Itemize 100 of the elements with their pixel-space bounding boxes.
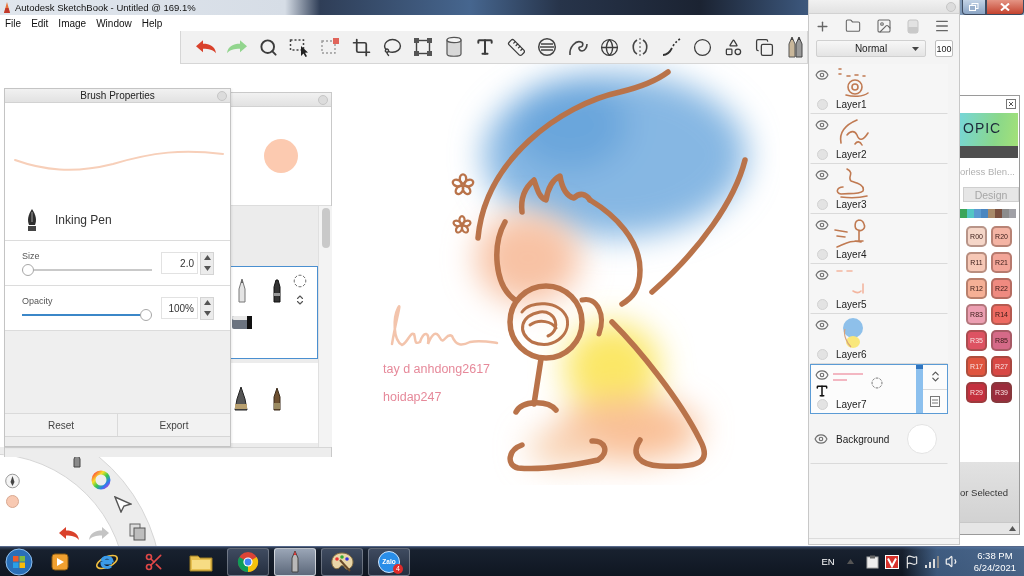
toggle-dot[interactable] — [816, 349, 828, 360]
toggle-dot[interactable] — [816, 149, 828, 160]
resize-grip-bar[interactable] — [5, 447, 331, 457]
image-icon[interactable] — [876, 18, 892, 34]
eye-icon[interactable] — [815, 68, 829, 82]
opacity-slider[interactable] — [22, 308, 152, 321]
text-layer-thumbnail — [833, 372, 863, 381]
decrease-button[interactable] — [201, 263, 213, 274]
close-dot-icon[interactable] — [946, 2, 956, 12]
layer-name: Layer3 — [836, 199, 868, 211]
toggle-dot[interactable] — [816, 299, 828, 310]
brush-name: Inking Pen — [55, 213, 112, 227]
decrease-button[interactable] — [201, 308, 213, 319]
restore-icon — [969, 3, 979, 11]
small-grid-icon — [930, 395, 940, 407]
layer-name: Layer2 — [836, 149, 868, 161]
slider-thumb[interactable] — [22, 263, 34, 276]
taskbar-app[interactable] — [227, 547, 269, 576]
clock[interactable]: 6:38 PM 6/24/2021 — [973, 549, 1016, 574]
eye-icon[interactable] — [815, 368, 829, 382]
canvas-text: hoidap247 — [383, 390, 442, 404]
media-player-icon — [50, 551, 70, 572]
flower-drawing — [451, 173, 475, 196]
layer-tile-icon[interactable] — [907, 18, 919, 34]
color-wheel-icon[interactable] — [91, 470, 111, 490]
brush-nozzle-icon[interactable] — [231, 385, 251, 411]
field-label: Size — [22, 250, 41, 261]
pen-nib-icon — [25, 208, 39, 232]
selection-bar — [916, 365, 923, 413]
round-logo-icon — [237, 550, 259, 573]
layer-row[interactable]: Layer7 — [810, 364, 948, 414]
increase-button[interactable] — [201, 252, 213, 263]
menu-item[interactable]: Help — [137, 15, 167, 31]
flag-icon[interactable] — [904, 554, 919, 569]
menu-item[interactable]: Edit — [27, 15, 53, 31]
library-name: orless Blen... — [960, 166, 1016, 178]
close-dot-icon[interactable] — [217, 91, 227, 101]
folder-icon[interactable] — [845, 18, 861, 34]
eraser-icon[interactable] — [231, 314, 253, 330]
layer-name: Layer7 — [836, 399, 868, 411]
background-layer-row[interactable]: Background — [810, 414, 948, 464]
eye-icon[interactable] — [815, 218, 829, 232]
plus-icon[interactable] — [815, 18, 830, 34]
layer-name: Layer1 — [836, 99, 868, 111]
chevron-tile-icon[interactable] — [884, 554, 899, 569]
dotted-circle-icon[interactable] — [293, 274, 307, 288]
layer-name: Layer4 — [836, 249, 868, 261]
close-button[interactable] — [986, 0, 1024, 15]
up-down-arrows-icon[interactable] — [294, 294, 306, 306]
app-logo-icon — [2, 1, 12, 14]
left-arrow-icon[interactable] — [195, 39, 217, 55]
scrollbar-thumb[interactable] — [322, 208, 330, 248]
slider-thumb[interactable] — [140, 308, 152, 321]
restore-button[interactable] — [962, 0, 986, 15]
panel-button[interactable]: Export — [118, 414, 230, 436]
resize-grip-bar[interactable] — [5, 436, 230, 446]
toggle-dot[interactable] — [816, 399, 828, 410]
eye-icon[interactable] — [814, 432, 828, 446]
start-orb-icon[interactable] — [4, 547, 34, 576]
language-indicator: EN — [821, 556, 835, 567]
menu-icon[interactable] — [934, 18, 950, 34]
left-arrow-icon[interactable] — [58, 526, 80, 541]
blend-mode-dropdown[interactable]: Normal — [816, 40, 926, 57]
eye-icon[interactable] — [815, 118, 829, 132]
letter-t-icon — [815, 383, 829, 398]
pages-icon[interactable] — [129, 523, 146, 541]
scrollbar-track[interactable] — [318, 206, 332, 447]
eye-icon[interactable] — [815, 268, 829, 282]
close-dot-icon[interactable] — [318, 95, 328, 105]
signal-bars-icon[interactable] — [924, 555, 939, 568]
taskbar-app[interactable] — [274, 547, 316, 576]
up-triangle-icon — [203, 255, 211, 261]
value-field[interactable]: 100% — [161, 297, 198, 319]
color-family-strip[interactable] — [960, 209, 1016, 218]
toggle-dot[interactable] — [816, 249, 828, 260]
brush-set[interactable] — [230, 266, 318, 359]
scissors-icon — [144, 551, 164, 572]
toggle-dot[interactable] — [816, 199, 828, 210]
eye-icon[interactable] — [815, 168, 829, 182]
size-slider[interactable] — [22, 263, 152, 276]
eye-icon[interactable] — [815, 318, 829, 332]
close-box-icon[interactable] — [1006, 98, 1016, 109]
menu-item[interactable]: File — [1, 15, 26, 31]
layer-opacity-field[interactable]: 100 — [935, 40, 953, 57]
footer-text: or Selected — [960, 486, 1009, 498]
menu-item[interactable]: Image — [54, 15, 91, 31]
flower-drawing — [452, 215, 472, 234]
clipboard-icon[interactable] — [865, 554, 879, 569]
value-field[interactable]: 2.0 — [161, 252, 198, 274]
background-color-swatch[interactable] — [907, 424, 937, 454]
taskbar-app[interactable] — [321, 547, 363, 576]
menu-item[interactable]: Window — [92, 15, 136, 31]
increase-button[interactable] — [201, 297, 213, 308]
clock-date: 6/24/2021 — [973, 561, 1016, 574]
layer-name: Layer6 — [836, 349, 868, 361]
layer-name: Background — [836, 433, 891, 445]
up-triangle-icon — [203, 300, 211, 306]
arrow-pointer-icon[interactable] — [114, 496, 132, 513]
toggle-dot[interactable] — [816, 99, 828, 110]
pen-nib-icon[interactable] — [5, 473, 20, 489]
